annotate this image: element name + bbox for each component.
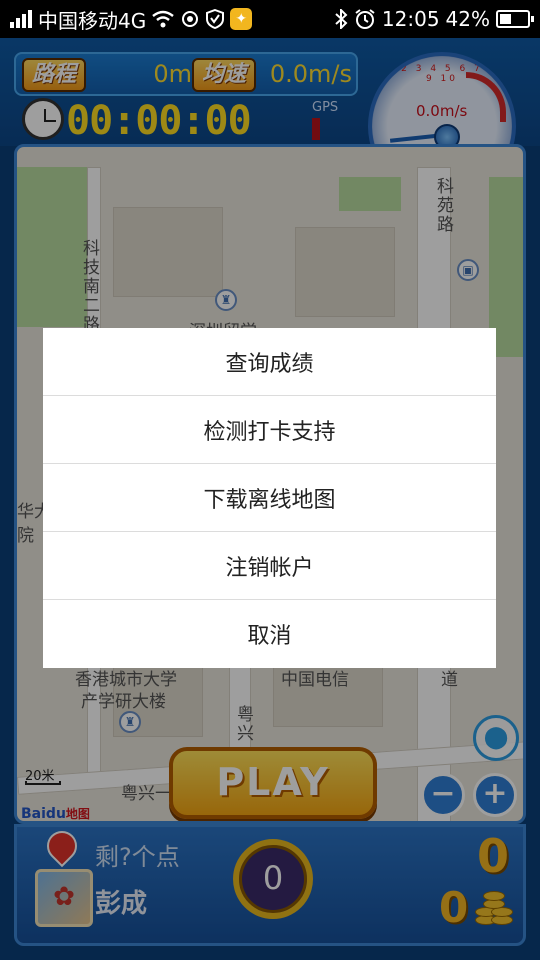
bluetooth-icon — [334, 7, 348, 31]
alarm-icon — [354, 7, 376, 31]
menu-item-download-offline-map[interactable]: 下载离线地图 — [43, 464, 496, 532]
signal-icon — [10, 7, 32, 31]
battery-icon — [496, 10, 534, 28]
wifi-icon — [152, 7, 175, 31]
options-menu-dialog: 查询成绩 检测打卡支持 下载离线地图 注销帐户 取消 — [43, 328, 496, 668]
shield-icon — [206, 7, 225, 31]
menu-item-query-score[interactable]: 查询成绩 — [43, 328, 496, 396]
location-target-icon — [180, 7, 200, 31]
status-bar: 中国移动4G ✦ 12:05 42% — [0, 0, 540, 38]
carrier-name: 中国移动4G — [38, 8, 147, 33]
menu-item-logout-account[interactable]: 注销帐户 — [43, 532, 496, 600]
app-notification-icon: ✦ — [230, 8, 253, 30]
menu-item-check-punch-support[interactable]: 检测打卡支持 — [43, 396, 496, 464]
clock-time: 12:05 — [381, 7, 440, 31]
battery-percent: 42% — [445, 7, 490, 31]
menu-item-cancel[interactable]: 取消 — [43, 600, 496, 668]
